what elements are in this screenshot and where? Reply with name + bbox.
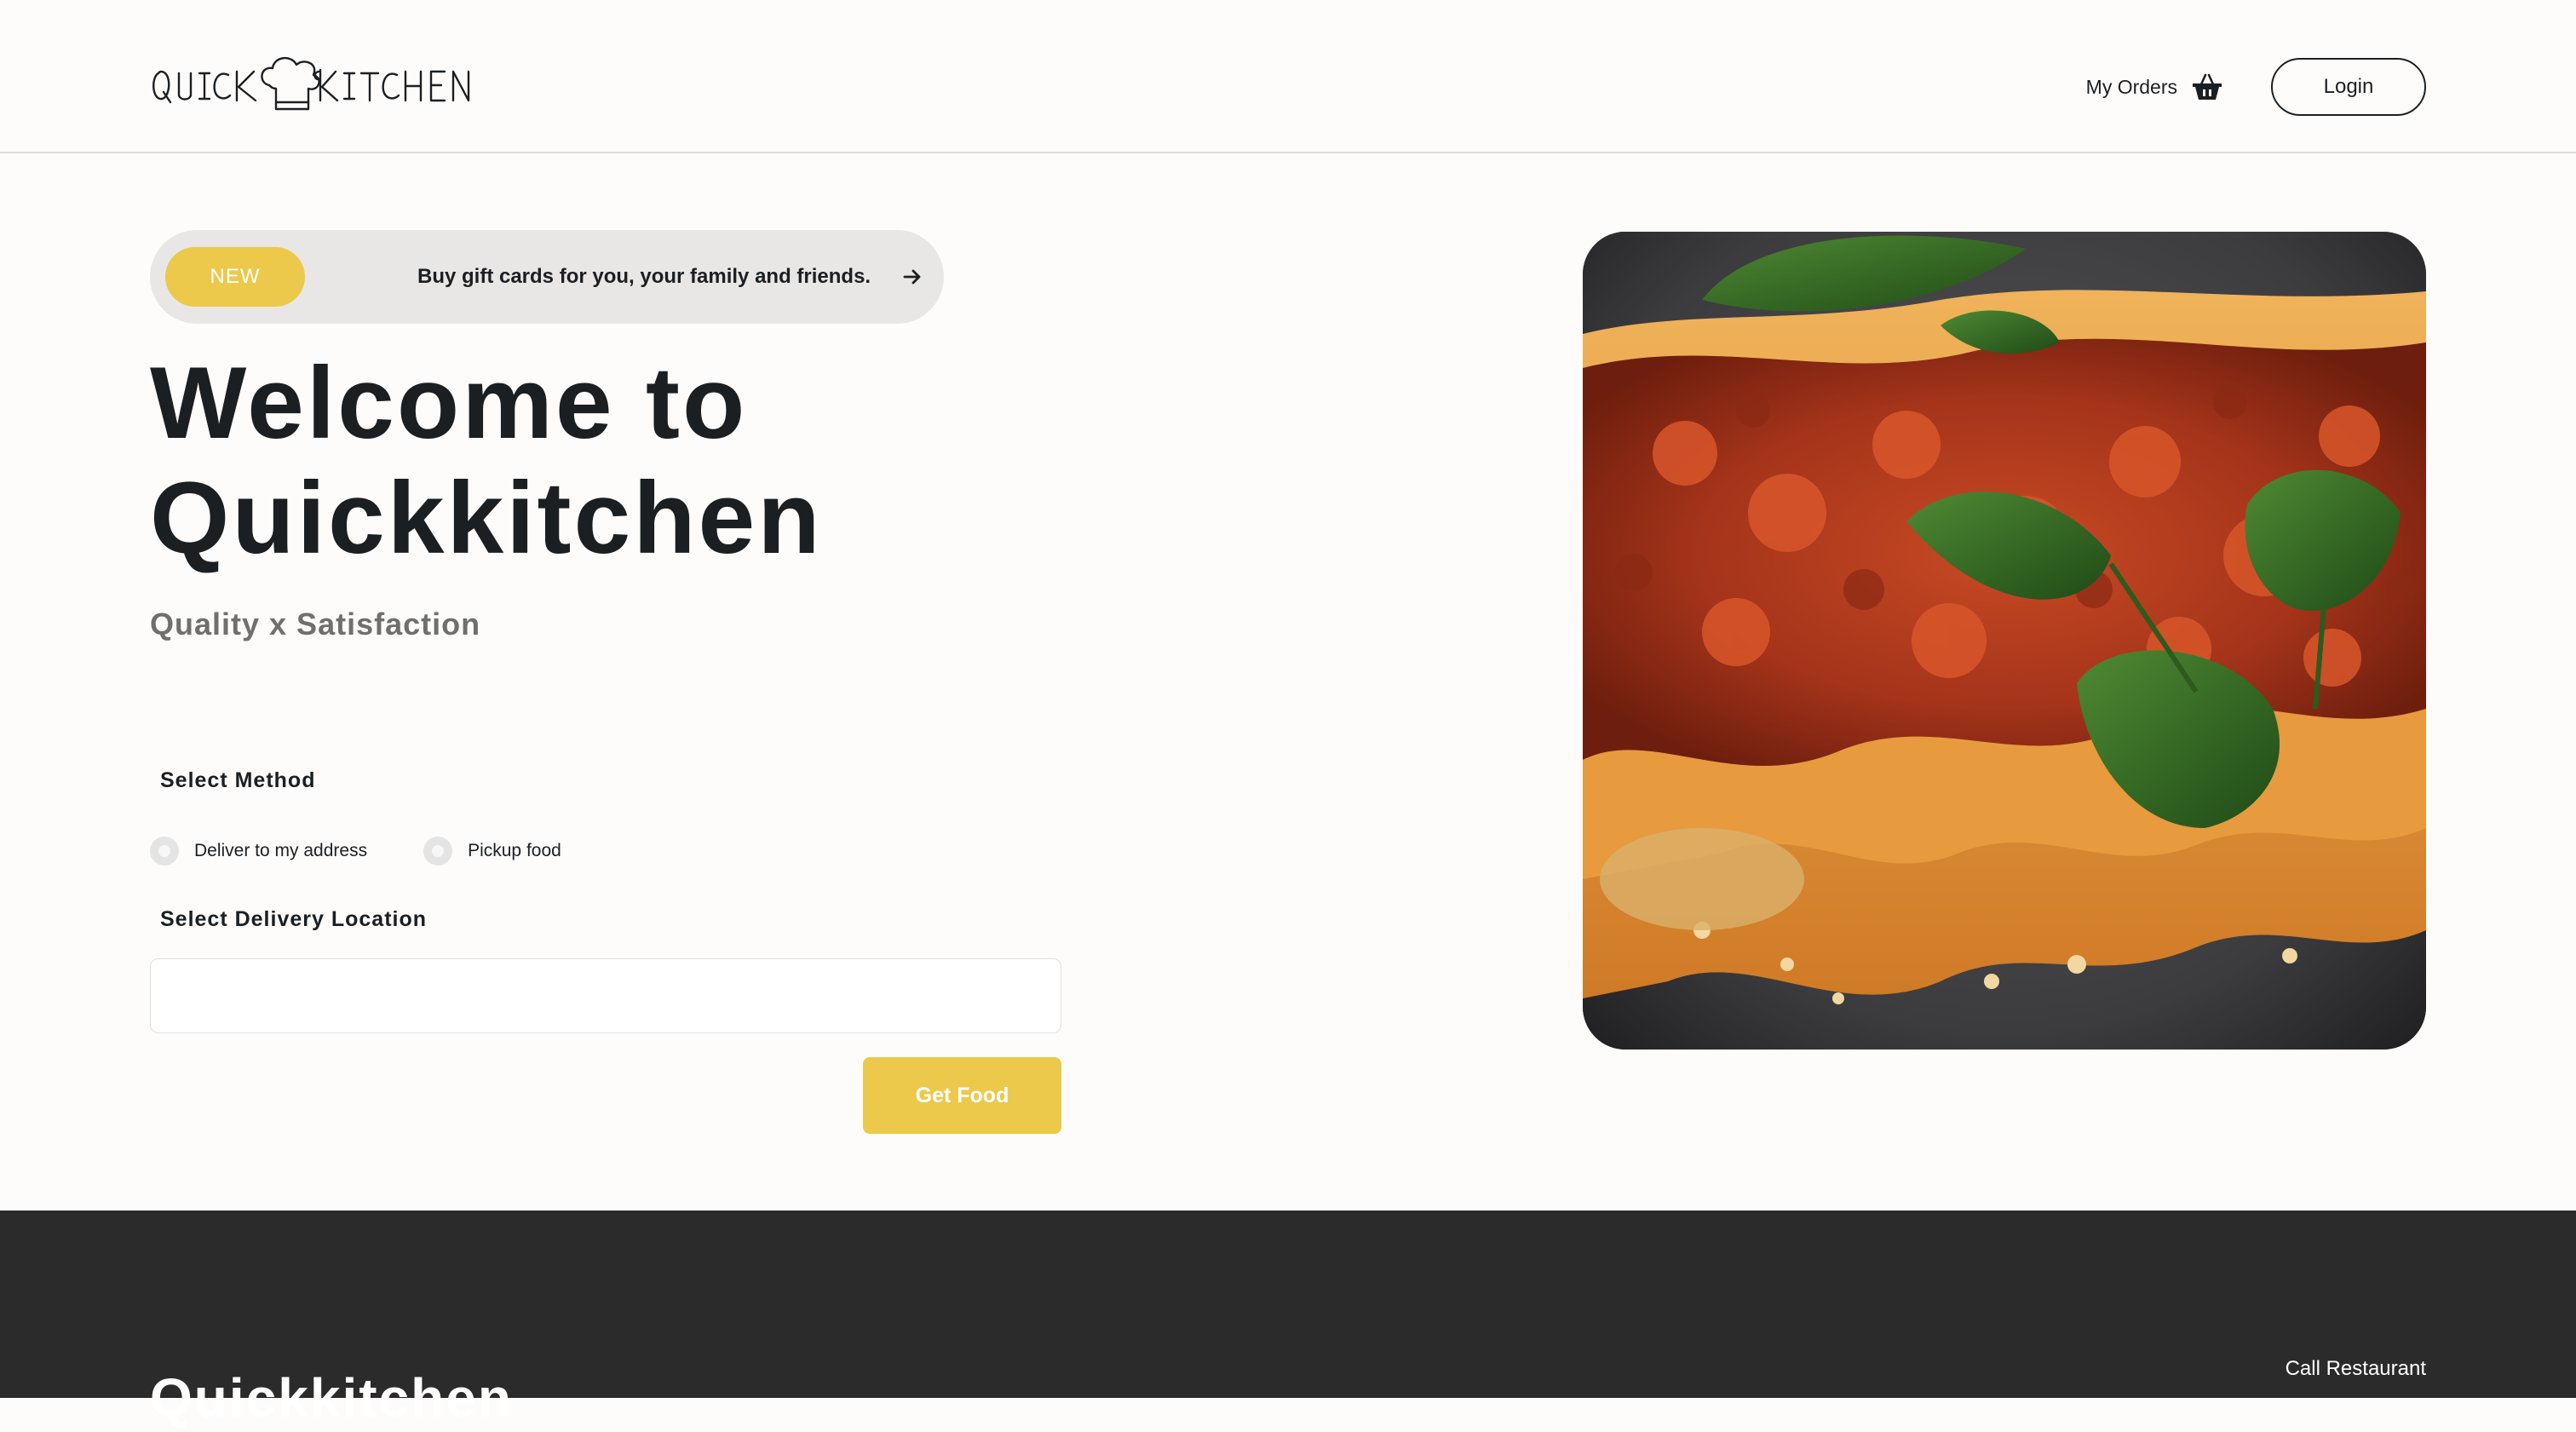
basket-icon[interactable] [2191, 71, 2223, 103]
quickkitchen-logo[interactable] [150, 48, 508, 124]
deliver-option[interactable]: Deliver to my address [150, 837, 367, 866]
footer-brand: Quickkitchen [150, 1367, 513, 1429]
login-button[interactable]: Login [2271, 58, 2426, 116]
deliver-option-label: Deliver to my address [194, 841, 368, 860]
pickup-option-label: Pickup food [468, 841, 561, 860]
get-food-button[interactable]: Get Food [863, 1057, 1061, 1134]
delivery-location-input[interactable] [150, 958, 1061, 1033]
select-method-label: Select Method [160, 768, 316, 792]
my-orders-label: My Orders [2085, 75, 2177, 98]
title-line-1: Welcome to [150, 346, 748, 460]
call-restaurant-link[interactable]: Call Restaurant [2286, 1357, 2426, 1381]
lasagna-image [1583, 232, 2426, 1050]
new-badge: NEW [165, 247, 305, 307]
select-location-label: Select Delivery Location [160, 907, 428, 931]
page-title: Welcome to Quickkitchen [150, 346, 1172, 576]
gift-card-promo[interactable]: NEW Buy gift cards for you, your family … [150, 230, 944, 324]
promo-text: Buy gift cards for you, your family and … [417, 265, 871, 288]
method-radio-group: Deliver to my address Pickup food [150, 837, 561, 866]
pickup-option[interactable]: Pickup food [423, 837, 561, 866]
page-subtitle: Quality x Satisfaction [150, 607, 481, 641]
header-actions: My Orders Login [2086, 58, 2426, 116]
deliver-radio[interactable] [150, 837, 179, 866]
title-line-2: Quickkitchen [150, 461, 823, 575]
arrow-right-icon[interactable] [901, 266, 923, 288]
pickup-radio[interactable] [423, 837, 453, 866]
site-footer: Quickkitchen Call Restaurant [0, 1211, 2576, 1429]
my-orders-link[interactable]: My Orders [2086, 71, 2223, 103]
site-header: My Orders Login [0, 0, 2576, 153]
